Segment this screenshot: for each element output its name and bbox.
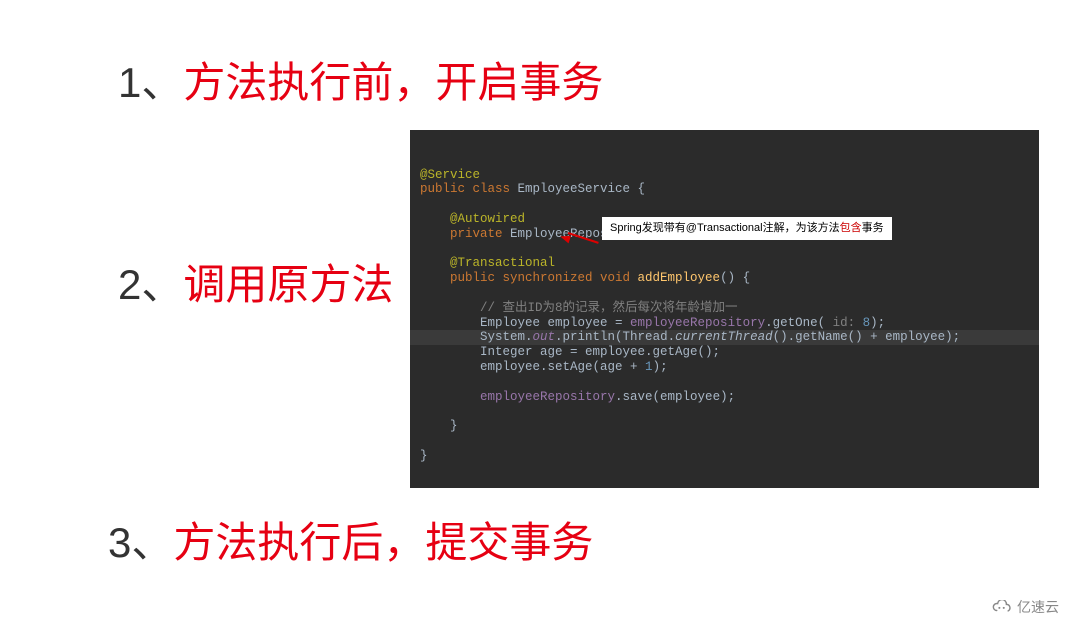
callout-prefix: Spring发现带有@Transactional注解，为该方法 bbox=[610, 222, 840, 234]
step-2-num: 2、 bbox=[118, 261, 183, 308]
watermark: 亿速云 bbox=[991, 597, 1059, 617]
step-2-text: 调用原方法 bbox=[183, 261, 393, 308]
cloud-icon bbox=[991, 600, 1013, 614]
callout-box: Spring发现带有@Transactional注解，为该方法包含事务 bbox=[602, 217, 892, 240]
code-text: @Service public class EmployeeService { … bbox=[420, 168, 1029, 464]
callout-highlight: 包含 bbox=[840, 222, 862, 234]
code-block: @Service public class EmployeeService { … bbox=[410, 130, 1039, 488]
callout-suffix: 事务 bbox=[862, 222, 884, 234]
step-3-num: 3、 bbox=[108, 519, 173, 566]
watermark-text: 亿速云 bbox=[1017, 597, 1059, 617]
step-1-text: 方法执行前，开启事务 bbox=[183, 59, 603, 106]
step-1-num: 1、 bbox=[118, 59, 183, 106]
step-2: 2、调用原方法 bbox=[118, 260, 393, 310]
step-1: 1、方法执行前，开启事务 bbox=[118, 58, 603, 108]
